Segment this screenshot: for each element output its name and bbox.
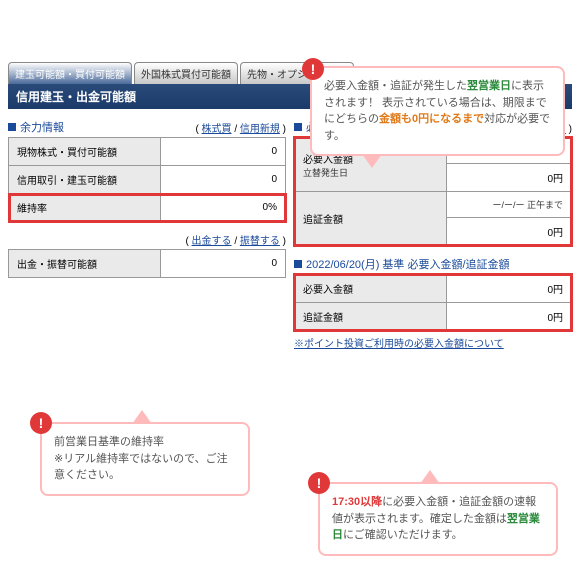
link-withdraw[interactable]: 出金する — [192, 236, 232, 247]
base-date-title: 2022/06/20(月) 基準 必要入金額/追証金額 — [294, 256, 510, 272]
base-date-table: 必要入金額0円 追証金額0円 — [294, 274, 572, 331]
row-margin-position-value: 0 — [161, 166, 286, 194]
margin-links: ( 株式買 / 信用新規 ) — [195, 120, 286, 135]
row-margin-call-2-label: 追証金額 — [295, 303, 447, 331]
tab-position-limit[interactable]: 建玉可能額・買付可能額 — [8, 62, 132, 84]
margin-table: 現物株式・買付可能額0 信用取引・建玉可能額0 維持率0% — [8, 137, 286, 222]
callout-preliminary-values: ! 17:30以降に必要入金額・追証金額の速報値が表示されます。確定した金額は翌… — [318, 482, 558, 556]
row-maintenance-rate-label: 維持率 — [9, 194, 161, 222]
callout-maintenance-rate: ! 前営業日基準の維持率 ※リアル維持率ではないので、ご注意ください。 — [40, 422, 250, 496]
row-margin-position-label: 信用取引・建玉可能額 — [9, 166, 161, 194]
callout-next-business-day: ! 必要入金額・追証が発生した翌営業日に表示されます！ 表示されている場合は、期… — [310, 66, 565, 156]
row-margin-call-value: 0円 — [447, 218, 572, 246]
row-cash-buying-power-label: 現物株式・買付可能額 — [9, 138, 161, 166]
tab-foreign-stock[interactable]: 外国株式買付可能額 — [134, 62, 238, 84]
row-required-deposit-2-value: 0円 — [447, 275, 572, 303]
row-required-deposit-value: 0円 — [447, 164, 572, 192]
link-transfer[interactable]: 振替する — [240, 236, 280, 247]
row-maintenance-rate-value: 0% — [161, 194, 286, 222]
alert-icon: ! — [30, 412, 52, 434]
row-cash-buying-power-value: 0 — [161, 138, 286, 166]
link-margin-new[interactable]: 信用新規 — [240, 124, 280, 135]
link-points-note[interactable]: ※ポイント投資ご利用時の必要入金額について — [294, 335, 572, 350]
margin-info-title: 余力情報 — [8, 119, 64, 135]
row-margin-call-deadline: ー/ー/ー 正午まで — [447, 192, 572, 218]
row-margin-call-2-value: 0円 — [447, 303, 572, 331]
row-margin-call-label: 追証金額 — [295, 192, 447, 246]
row-withdrawable-label: 出金・振替可能額 — [9, 250, 161, 278]
left-column: 余力情報 ( 株式買 / 信用新規 ) 現物株式・買付可能額0 信用取引・建玉可… — [8, 115, 286, 350]
alert-icon: ! — [302, 58, 324, 80]
withdraw-table: 出金・振替可能額0 — [8, 249, 286, 278]
alert-icon: ! — [308, 472, 330, 494]
row-required-deposit-2-label: 必要入金額 — [295, 275, 447, 303]
withdraw-links: ( 出金する / 振替する ) — [185, 232, 286, 247]
link-stock-buy[interactable]: 株式買 — [202, 124, 232, 135]
row-withdrawable-value: 0 — [161, 250, 286, 278]
